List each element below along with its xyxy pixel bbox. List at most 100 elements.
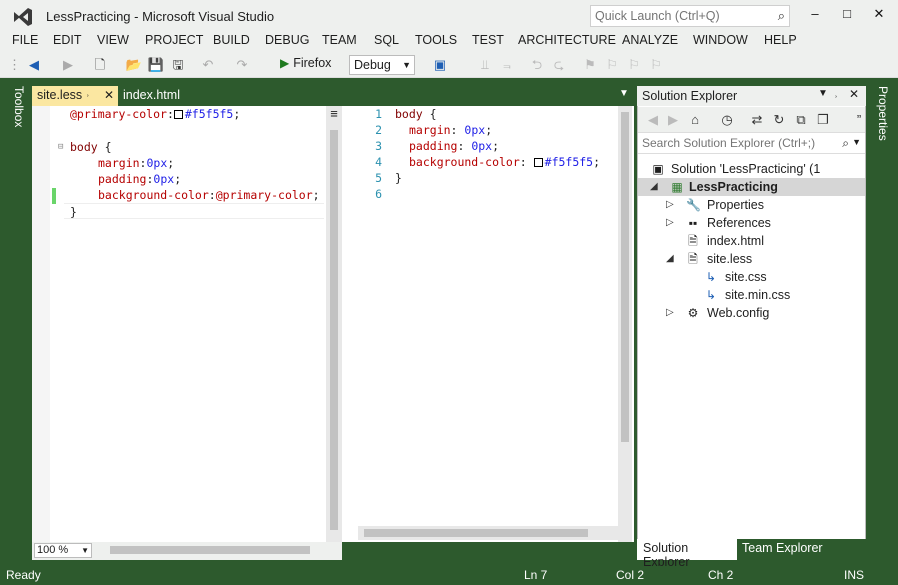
menu-sql[interactable]: SQL: [374, 33, 399, 47]
menu-build[interactable]: BUILD: [213, 33, 250, 47]
undo-icon[interactable]: ↶: [198, 56, 218, 74]
menu-window[interactable]: WINDOW: [693, 33, 748, 47]
document-tab-bar: site.less ˒ ✕ index.html ▼: [32, 86, 634, 106]
navigate-back-icon[interactable]: ◀: [24, 56, 44, 74]
collapse-all-icon[interactable]: ⧉: [792, 111, 810, 129]
tree-item-site-css[interactable]: ↳ site.css: [638, 268, 865, 286]
standard-toolbar: ⋮ ◀ ▶ 🗋 📂 💾 🖫 ↶ ↷ ▶ Firefox Debug ▼ ▣ ⫫ ⫬…: [0, 52, 898, 78]
solution-search-input[interactable]: [638, 134, 828, 152]
solution-configuration-select[interactable]: Debug ▼: [349, 55, 415, 75]
minimize-button[interactable]: ‒: [800, 4, 830, 24]
new-project-icon[interactable]: 🗋: [90, 56, 110, 74]
tree-item-references[interactable]: ▷ ▪▪ References: [638, 214, 865, 232]
tree-item-site-min-css[interactable]: ↳ site.min.css: [638, 286, 865, 304]
menu-tools[interactable]: TOOLS: [415, 33, 457, 47]
close-button[interactable]: ✕: [864, 4, 894, 24]
menu-file[interactable]: FILE: [12, 33, 38, 47]
menu-edit[interactable]: EDIT: [53, 33, 81, 47]
html-file-icon: 🗎: [688, 234, 698, 248]
navigate-forward-icon[interactable]: ▶: [58, 56, 78, 74]
close-tab-icon[interactable]: ✕: [104, 88, 114, 102]
forward-icon[interactable]: ▶: [664, 111, 682, 129]
home-icon[interactable]: ⌂: [686, 111, 704, 129]
zoom-select[interactable]: 100 % ▼: [34, 543, 92, 558]
tree-item-solution[interactable]: ▣ Solution 'LessPracticing' (1 project): [638, 160, 865, 194]
pin-icon[interactable]: ˒: [834, 87, 838, 101]
search-icon[interactable]: ⌕: [842, 136, 849, 151]
css-file-icon: ↳: [705, 288, 717, 302]
solution-search-box[interactable]: ⌕ ▼: [638, 134, 865, 154]
maximize-button[interactable]: □: [832, 4, 862, 24]
chevron-down-icon[interactable]: ▼: [852, 137, 861, 147]
expanded-arrow-icon[interactable]: ◢: [650, 178, 658, 196]
quick-launch-box[interactable]: ⌕: [590, 5, 790, 27]
menu-help[interactable]: HELP: [764, 33, 797, 47]
line-indicator: Ln 7: [524, 568, 548, 582]
uncomment-icon[interactable]: ⮎: [549, 56, 569, 74]
collapsed-arrow-icon[interactable]: ▷: [666, 196, 674, 214]
less-code: @primary-color: #f5f5f5; ⊟ body { margin:…: [58, 106, 324, 226]
sync-icon[interactable]: ⇄: [748, 111, 766, 129]
menu-project[interactable]: PROJECT: [145, 33, 203, 47]
save-icon[interactable]: 💾: [146, 56, 166, 74]
current-line: }: [64, 203, 324, 219]
window-title: LessPracticing - Microsoft Visual Studio: [46, 9, 275, 24]
step-over-icon[interactable]: ⫬: [497, 56, 517, 74]
scroll-thumb[interactable]: [621, 112, 629, 442]
properties-tab[interactable]: Properties: [872, 86, 890, 146]
splitter-icon[interactable]: ≡: [327, 107, 341, 122]
solution-explorer-toolbar: ◀ ▶ ⌂ ◷ ⇄ ↻ ⧉ ❐ ”: [638, 107, 865, 133]
tree-item-index-html[interactable]: 🗎 index.html: [638, 232, 865, 250]
scroll-thumb[interactable]: [330, 130, 338, 530]
expanded-arrow-icon[interactable]: ◢: [666, 250, 674, 268]
close-icon[interactable]: ✕: [849, 87, 859, 101]
change-marker: [52, 188, 56, 204]
search-icon[interactable]: ⌕: [778, 8, 785, 24]
references-icon: ▪▪: [688, 216, 698, 230]
step-into-icon[interactable]: ⫫: [475, 56, 495, 74]
tree-item-site-less[interactable]: ◢ 🗎 site.less: [638, 250, 865, 268]
tab-team-explorer[interactable]: Team Explorer: [742, 541, 823, 555]
toolbox-tab[interactable]: Toolbox: [8, 86, 26, 136]
menu-debug[interactable]: DEBUG: [265, 33, 309, 47]
tab-overflow-icon[interactable]: ▼: [619, 88, 629, 99]
collapse-icon[interactable]: ⊟: [58, 139, 63, 155]
open-file-icon[interactable]: 📂: [124, 56, 144, 74]
line-number: 1: [375, 107, 382, 121]
tree-item-properties[interactable]: ▷ 🔧 Properties: [638, 196, 865, 214]
pin-icon[interactable]: ˒: [86, 88, 90, 100]
menu-team[interactable]: TEAM: [322, 33, 357, 47]
save-all-icon[interactable]: 🖫: [168, 56, 188, 74]
bookmark-icon[interactable]: ⚑: [580, 56, 600, 74]
refresh-icon[interactable]: ↻: [770, 111, 788, 129]
overflow-icon[interactable]: ”: [854, 111, 864, 129]
comment-icon[interactable]: ⮌: [527, 56, 547, 74]
menu-analyze[interactable]: ANALYZE: [622, 33, 678, 47]
prev-bookmark-icon[interactable]: ⚐: [602, 56, 622, 74]
panel-menu-icon[interactable]: ▼: [818, 88, 828, 99]
tree-item-web-config[interactable]: ▷ ⚙ Web.config: [638, 304, 865, 322]
clear-bookmark-icon[interactable]: ⚐: [646, 56, 666, 74]
menu-view[interactable]: VIEW: [97, 33, 129, 47]
start-debugging-button[interactable]: ▶ Firefox: [280, 56, 331, 74]
tree-item-project[interactable]: ◢ ▦ LessPracticing: [638, 178, 865, 196]
show-all-files-icon[interactable]: ❐: [814, 111, 832, 129]
menu-architecture[interactable]: ARCHITECTURE: [518, 33, 616, 47]
quick-launch-input[interactable]: [591, 6, 761, 26]
menu-test[interactable]: TEST: [472, 33, 504, 47]
horizontal-scroll-thumb[interactable]: [110, 546, 310, 554]
code-line: background-color: #f5f5f5;: [409, 155, 601, 169]
tab-index-html[interactable]: index.html: [118, 86, 188, 106]
next-bookmark-icon[interactable]: ⚐: [624, 56, 644, 74]
scroll-thumb[interactable]: [364, 529, 588, 537]
collapsed-arrow-icon[interactable]: ▷: [666, 214, 674, 232]
back-icon[interactable]: ◀: [644, 111, 662, 129]
tab-site-less[interactable]: site.less ˒ ✕: [32, 86, 118, 106]
collapsed-arrow-icon[interactable]: ▷: [666, 304, 674, 322]
tab-solution-explorer[interactable]: Solution Explorer: [637, 539, 737, 569]
code-line: body {: [70, 140, 112, 154]
pending-changes-icon[interactable]: ◷: [718, 111, 736, 129]
attach-process-icon[interactable]: ▣: [430, 56, 450, 74]
code-line: padding: 0px;: [409, 139, 500, 153]
redo-icon[interactable]: ↷: [232, 56, 252, 74]
